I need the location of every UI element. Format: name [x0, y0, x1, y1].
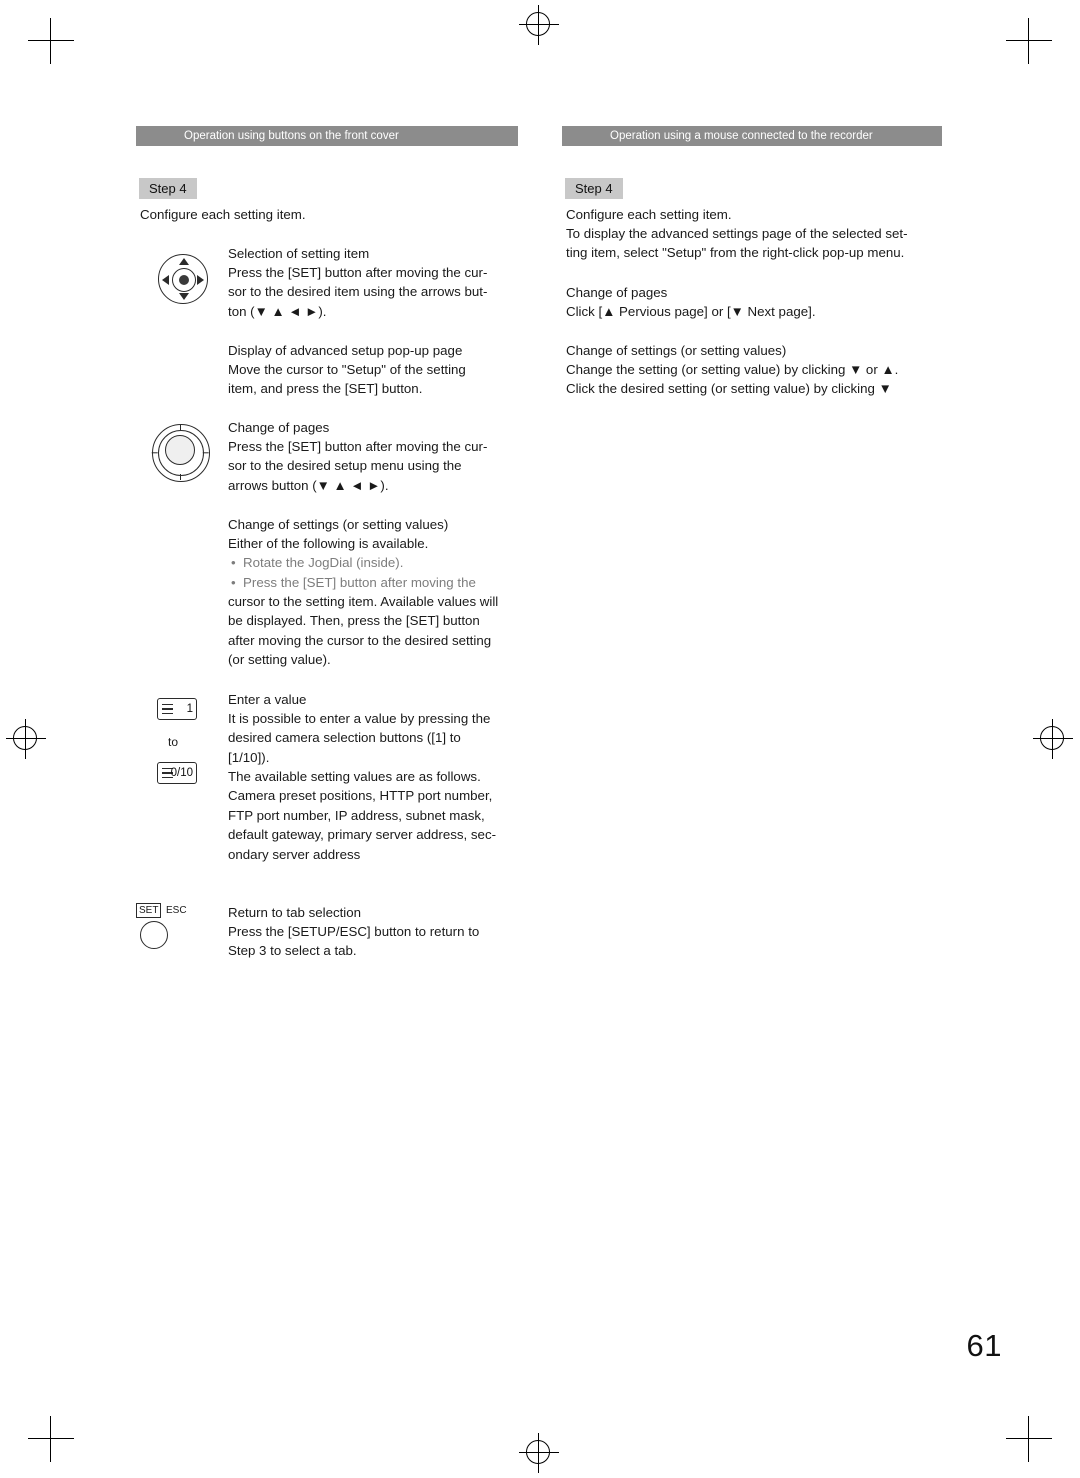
left-section-0-heading: Selection of setting item	[228, 246, 370, 261]
left-bullet-continuation: cursor to the setting item. Available va…	[228, 594, 499, 668]
left-intro-text: Configure each setting item.	[140, 207, 306, 222]
crop-mark-bottom-left-h	[28, 1438, 74, 1439]
left-section-3-body: Either of the following is available.	[228, 536, 429, 551]
left-return-tab-heading: Return to tab selection	[228, 905, 362, 920]
camera-button-1-label: 1	[186, 703, 193, 715]
registration-mark-right	[1033, 719, 1073, 759]
left-return-tab-body: Press the [SETUP/ESC] button to return t…	[228, 924, 480, 959]
registration-mark-top	[519, 5, 559, 45]
camera-button-10-label: 0/10	[170, 767, 193, 779]
crop-mark-top-right-h	[1006, 40, 1052, 41]
setup-esc-icon: SET ESC	[136, 903, 198, 949]
left-column-header: Operation using buttons on the front cov…	[136, 126, 518, 146]
left-section-2-heading: Change of pages	[228, 420, 330, 435]
camera-button-1-icon: 1	[157, 698, 197, 720]
right-section-0-body: Click [▲ Pervious page] or [▼ Next page]…	[566, 304, 816, 319]
arrow-pad-icon	[158, 254, 208, 304]
left-section-1-heading: Display of advanced setup pop-up page	[228, 343, 463, 358]
right-section-1-body: Change the setting (or setting value) by…	[566, 362, 899, 397]
crop-mark-top-left-h	[28, 40, 74, 41]
esc-label: ESC	[166, 905, 187, 916]
left-section-2-body: Press the [SET] button after moving the …	[228, 439, 488, 493]
left-section-1-body: Move the cursor to "Setup" of the settin…	[228, 362, 466, 397]
right-section-0-heading: Change of pages	[566, 285, 668, 300]
left-enter-value-body: It is possible to enter a value by press…	[228, 711, 491, 765]
page-number: 61	[966, 1328, 1002, 1363]
camera-button-10-icon: 0/10	[157, 762, 197, 784]
left-bullet-0: • Rotate the JogDial (inside).	[231, 555, 404, 570]
right-section-1-heading: Change of settings (or setting values)	[566, 343, 787, 358]
crop-mark-top-right-v	[1028, 18, 1029, 64]
set-label: SET	[136, 903, 162, 918]
registration-mark-left	[6, 719, 46, 759]
left-bullet-1: • Press the [SET] button after moving th…	[231, 575, 476, 590]
crop-mark-bottom-left-v	[50, 1416, 51, 1462]
crop-mark-top-left-v	[50, 18, 51, 64]
left-section-3-heading: Change of settings (or setting values)	[228, 517, 449, 532]
camera-button-to-label: to	[168, 735, 179, 749]
left-enter-value-heading: Enter a value	[228, 692, 307, 707]
registration-mark-bottom	[519, 1433, 559, 1473]
jog-dial-icon	[151, 424, 210, 482]
left-enter-value-body2: The available setting values are as foll…	[228, 769, 497, 862]
right-column-header: Operation using a mouse connected to the…	[562, 126, 942, 146]
right-paragraph-0: To display the advanced settings page of…	[566, 226, 908, 261]
crop-mark-bottom-right-h	[1006, 1438, 1052, 1439]
left-section-0-body: Press the [SET] button after moving the …	[228, 265, 488, 319]
right-intro-text: Configure each setting item.	[566, 207, 732, 222]
right-step-badge: Step 4	[565, 178, 623, 199]
left-step-badge: Step 4	[139, 178, 197, 199]
crop-mark-bottom-right-v	[1028, 1416, 1029, 1462]
